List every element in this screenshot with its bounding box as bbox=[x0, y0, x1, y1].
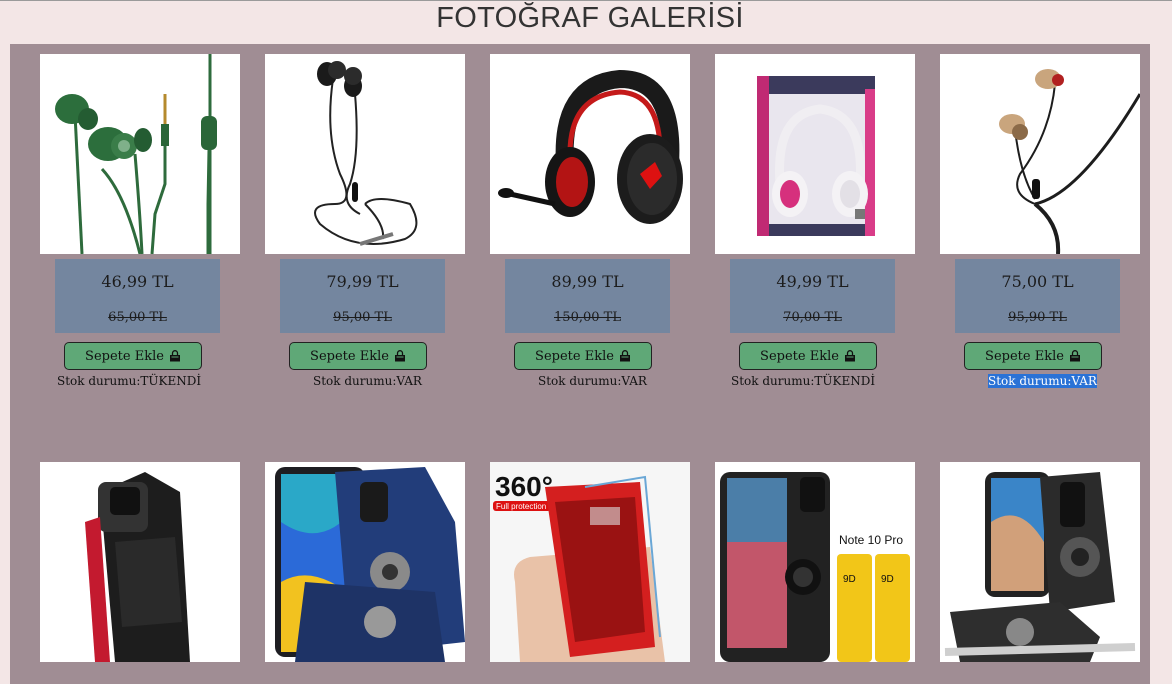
page-title: FOTOĞRAF GALERİSİ bbox=[436, 2, 744, 34]
old-price: 95,90 TL bbox=[1008, 310, 1067, 325]
add-to-cart-button[interactable]: Sepete Ekle bbox=[964, 342, 1102, 370]
add-to-cart-button[interactable]: Sepete Ekle bbox=[289, 342, 427, 370]
stock-status: Stok durumu:VAR bbox=[538, 374, 647, 388]
boxed-headphones-image[interactable] bbox=[715, 54, 915, 254]
add-to-cart-button[interactable]: Sepete Ekle bbox=[739, 342, 877, 370]
old-price: 150,00 TL bbox=[554, 310, 621, 325]
case-model-label: Note 10 Pro bbox=[839, 533, 903, 547]
shopping-bag-icon bbox=[844, 350, 855, 362]
price-box: 79,99 TL 95,00 TL bbox=[280, 259, 445, 333]
add-to-cart-label: Sepete Ekle bbox=[535, 348, 614, 364]
price-box: 49,99 TL 70,00 TL bbox=[730, 259, 895, 333]
old-price: 65,00 TL bbox=[108, 310, 167, 325]
add-to-cart-label: Sepete Ekle bbox=[985, 348, 1064, 364]
navy-armor-case-image[interactable] bbox=[265, 462, 465, 662]
green-earphones-image[interactable] bbox=[40, 54, 240, 254]
price: 79,99 TL bbox=[326, 272, 399, 291]
shopping-bag-icon bbox=[169, 350, 180, 362]
price-box: 75,00 TL 95,90 TL bbox=[955, 259, 1120, 333]
price-box: 89,99 TL 150,00 TL bbox=[505, 259, 670, 333]
add-to-cart-label: Sepete Ekle bbox=[85, 348, 164, 364]
shopping-bag-icon bbox=[394, 350, 405, 362]
red-360-case-image[interactable]: 360° Full protection bbox=[490, 462, 690, 662]
armor-ring-case-image[interactable] bbox=[940, 462, 1140, 662]
case-badge: 360° bbox=[495, 471, 553, 502]
stock-status: Stok durumu:VAR bbox=[313, 374, 422, 388]
case-badge-sub: Full protection bbox=[496, 502, 546, 511]
price: 75,00 TL bbox=[1001, 272, 1074, 291]
black-case-with-screen-glass-image[interactable]: Note 10 Pro 9D 9D bbox=[715, 462, 915, 662]
old-price: 70,00 TL bbox=[783, 310, 842, 325]
price: 89,99 TL bbox=[551, 272, 624, 291]
stock-status: Stok durumu:TÜKENDİ bbox=[57, 374, 202, 388]
add-to-cart-button[interactable]: Sepete Ekle bbox=[514, 342, 652, 370]
price-box: 46,99 TL 65,00 TL bbox=[55, 259, 220, 333]
gaming-headset-image[interactable] bbox=[490, 54, 690, 254]
price: 46,99 TL bbox=[101, 272, 174, 291]
add-to-cart-label: Sepete Ekle bbox=[310, 348, 389, 364]
add-to-cart-label: Sepete Ekle bbox=[760, 348, 839, 364]
glass-label: 9D bbox=[843, 574, 856, 585]
wooden-earphones-image[interactable] bbox=[940, 54, 1140, 254]
old-price: 95,00 TL bbox=[333, 310, 392, 325]
add-to-cart-button[interactable]: Sepete Ekle bbox=[64, 342, 202, 370]
black-ring-case-image[interactable] bbox=[40, 462, 240, 662]
price: 49,99 TL bbox=[776, 272, 849, 291]
glass-label: 9D bbox=[881, 574, 894, 585]
stock-status: Stok durumu:TÜKENDİ bbox=[731, 374, 876, 388]
shopping-bag-icon bbox=[619, 350, 630, 362]
stock-status: Stok durumu:VAR bbox=[988, 374, 1097, 388]
shopping-bag-icon bbox=[1069, 350, 1080, 362]
photo-gallery: 46,99 TL 65,00 TL Sepete Ekle Stok durum… bbox=[10, 44, 1150, 684]
black-earphones-image[interactable] bbox=[265, 54, 465, 254]
